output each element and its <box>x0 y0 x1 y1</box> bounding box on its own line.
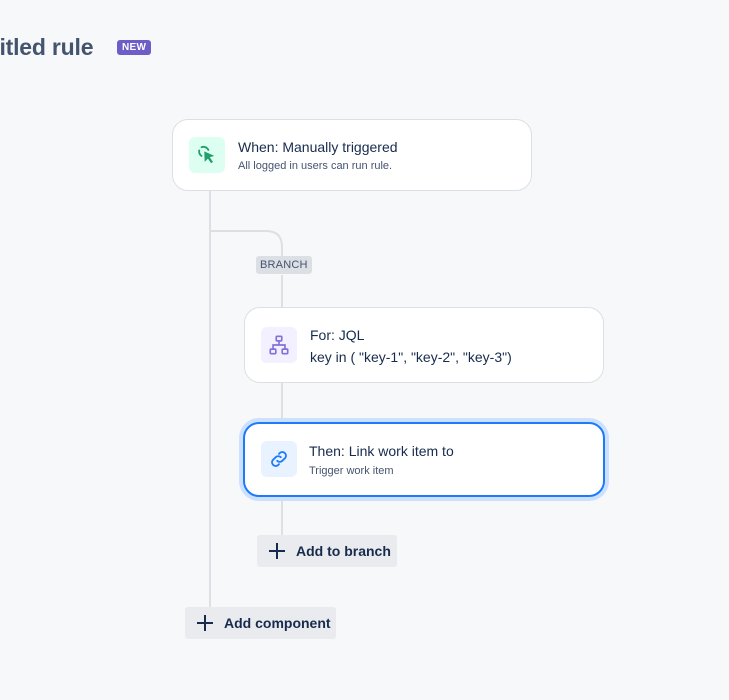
action-subtitle: Trigger work item <box>309 465 394 477</box>
plus-icon <box>267 541 287 561</box>
add-to-branch-button[interactable]: Add to branch <box>257 535 397 567</box>
hierarchy-icon <box>261 327 297 363</box>
add-component-button[interactable]: Add component <box>185 607 336 639</box>
link-icon <box>261 441 297 477</box>
branch-rule-query: key in ( "key-1", "key-2", "key-3") <box>310 349 512 365</box>
branch-label: BRANCH <box>256 256 312 274</box>
add-component-label: Add component <box>224 615 331 631</box>
cursor-click-icon <box>189 137 225 173</box>
trigger-title: When: Manually triggered <box>238 139 398 155</box>
add-to-branch-label: Add to branch <box>296 543 391 559</box>
branch-rule-title: For: JQL <box>310 327 365 343</box>
trigger-card[interactable]: When: Manually triggered All logged in u… <box>172 119 532 191</box>
plus-icon <box>195 613 215 633</box>
action-card[interactable]: Then: Link work item to Trigger work ite… <box>243 422 605 497</box>
action-title: Then: Link work item to <box>309 443 454 459</box>
branch-rule-card[interactable]: For: JQL key in ( "key-1", "key-2", "key… <box>244 307 604 383</box>
trigger-subtitle: All logged in users can run rule. <box>238 160 393 172</box>
